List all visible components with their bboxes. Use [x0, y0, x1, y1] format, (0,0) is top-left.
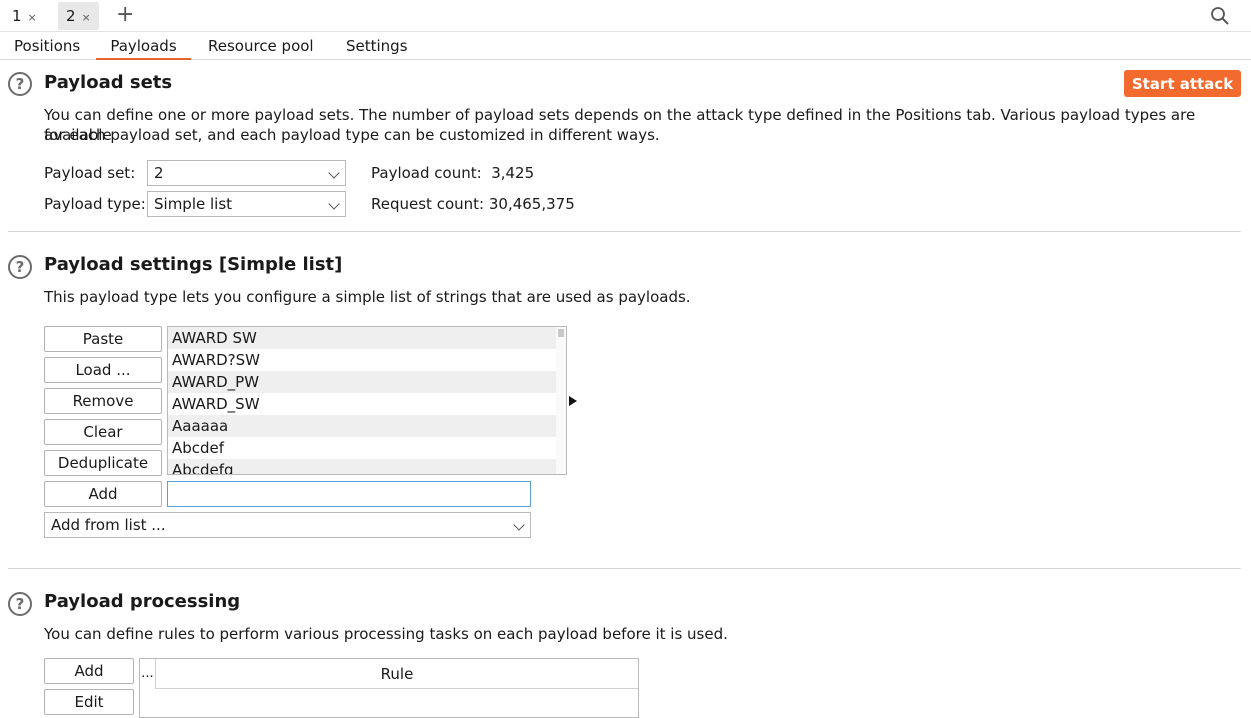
payload-processing-help-icon[interactable]: ? — [8, 592, 32, 616]
list-scrollbar[interactable] — [556, 327, 566, 474]
section-divider — [8, 568, 1241, 569]
search-icon[interactable] — [1210, 6, 1230, 26]
deduplicate-button[interactable]: Deduplicate — [44, 450, 162, 476]
top-tab-strip: 1 × 2 × + — [0, 0, 1251, 32]
tab-2[interactable]: 2 × — [58, 2, 99, 30]
payload-settings-title: Payload settings [Simple list] — [44, 254, 343, 275]
tab-2-label: 2 — [66, 7, 76, 25]
payload-set-label: Payload set: — [44, 164, 136, 182]
start-attack-button[interactable]: Start attack — [1124, 70, 1241, 97]
payload-type-select[interactable]: Simple list — [147, 191, 346, 217]
payload-type-label: Payload type: — [44, 195, 146, 213]
request-count-label: Request count: 30,465,375 — [371, 195, 575, 213]
payload-settings-help-icon[interactable]: ? — [8, 255, 32, 279]
request-count-value: 30,465,375 — [488, 195, 575, 213]
payload-sets-description-line2: for each payload set, and each payload t… — [44, 126, 660, 144]
tab-1-close-icon[interactable]: × — [28, 11, 37, 24]
scrollbar-thumb[interactable] — [558, 329, 564, 337]
tab-settings[interactable]: Settings — [344, 36, 410, 60]
tab-payloads[interactable]: Payloads — [96, 36, 191, 60]
payload-type-value: Simple list — [154, 195, 233, 213]
tab-resource-pool[interactable]: Resource pool — [206, 36, 316, 60]
list-item[interactable]: Abcdefg — [168, 459, 556, 474]
sub-tab-bar: Positions Payloads Resource pool Setting… — [0, 33, 1251, 60]
list-item[interactable]: AWARD?SW — [168, 349, 556, 371]
tab-positions[interactable]: Positions — [12, 36, 82, 60]
chevron-down-icon — [328, 167, 340, 179]
edit-rule-button[interactable]: Edit — [44, 689, 134, 715]
payload-sets-title: Payload sets — [44, 72, 173, 93]
payload-processing-description: You can define rules to perform various … — [44, 625, 728, 643]
payload-list[interactable]: AWARD SW AWARD?SW AWARD_PW AWARD_SW Aaaa… — [167, 326, 567, 475]
rule-column-header[interactable]: Rule — [156, 659, 638, 689]
payload-set-value: 2 — [154, 164, 164, 182]
tab-1-label: 1 — [12, 7, 22, 25]
chevron-down-icon — [513, 519, 525, 531]
list-item[interactable]: AWARD SW — [168, 327, 556, 349]
payload-count-value: 3,425 — [491, 164, 535, 182]
list-item[interactable]: Aaaaaa — [168, 415, 556, 437]
payload-set-select[interactable]: 2 — [147, 160, 346, 186]
list-item[interactable]: AWARD_PW — [168, 371, 556, 393]
add-payload-input[interactable] — [167, 481, 531, 507]
add-payload-button[interactable]: Add — [44, 481, 162, 507]
load-button[interactable]: Load ... — [44, 357, 162, 383]
triangle-right-icon — [569, 396, 577, 406]
payload-settings-description: This payload type lets you configure a s… — [44, 288, 691, 306]
tab-1[interactable]: 1 × — [4, 2, 45, 30]
add-rule-button[interactable]: Add — [44, 658, 134, 684]
tab-2-close-icon[interactable]: × — [82, 11, 91, 24]
payload-count-label: Payload count: 3,425 — [371, 164, 535, 182]
payload-sets-help-icon[interactable]: ? — [8, 72, 32, 96]
clear-button[interactable]: Clear — [44, 419, 162, 445]
new-tab-plus-icon[interactable]: + — [116, 3, 134, 27]
list-item[interactable]: AWARD_SW — [168, 393, 556, 415]
rule-table[interactable]: ... Rule — [139, 658, 639, 718]
add-from-list-label: Add from list ... — [51, 516, 166, 534]
payload-processing-title: Payload processing — [44, 591, 241, 612]
remove-button[interactable]: Remove — [44, 388, 162, 414]
add-from-list-select[interactable]: Add from list ... — [44, 512, 531, 538]
list-item[interactable]: Abcdef — [168, 437, 556, 459]
rule-table-menu-header[interactable]: ... — [140, 659, 156, 689]
section-divider — [8, 231, 1241, 232]
chevron-down-icon — [328, 198, 340, 210]
paste-button[interactable]: Paste — [44, 326, 162, 352]
